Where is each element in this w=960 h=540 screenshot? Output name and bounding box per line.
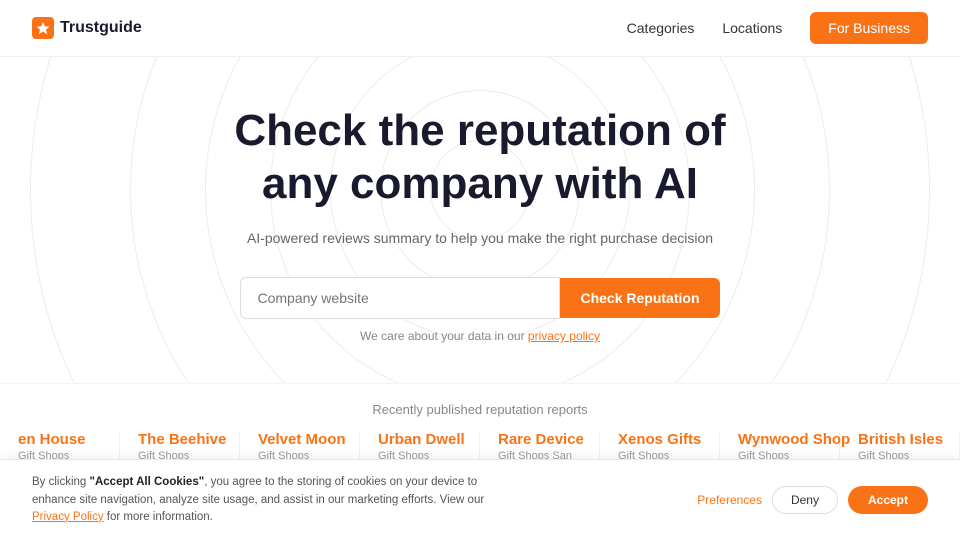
nav-locations[interactable]: Locations — [722, 20, 782, 36]
report-name: British Isles — [858, 431, 941, 448]
logo-text: Trustguide — [60, 19, 142, 37]
cookie-actions: Preferences Deny Accept — [697, 486, 928, 514]
privacy-policy-link[interactable]: privacy policy — [528, 329, 600, 343]
report-name: Urban Dwell — [378, 431, 461, 448]
nav: Categories Locations For Business — [627, 12, 928, 44]
report-name: Wynwood Shop — [738, 431, 821, 448]
report-name: Xenos Gifts — [618, 431, 701, 448]
hero-section: Check the reputation of any company with… — [0, 57, 960, 383]
header: Trustguide Categories Locations For Busi… — [0, 0, 960, 57]
search-row: Check Reputation — [20, 277, 940, 319]
report-name: Rare Device — [498, 431, 581, 448]
privacy-policy-link-cookie[interactable]: Privacy Policy — [32, 511, 104, 523]
report-name: en House — [18, 431, 101, 448]
report-name: Velvet Moon — [258, 431, 341, 448]
report-name: The Beehive — [138, 431, 221, 448]
logo[interactable]: Trustguide — [32, 17, 142, 39]
privacy-note: We care about your data in our privacy p… — [20, 329, 940, 343]
cookie-text: By clicking "Accept All Cookies", you ag… — [32, 474, 512, 526]
hero-title: Check the reputation of any company with… — [20, 105, 940, 211]
logo-icon — [32, 17, 54, 39]
recent-title: Recently published reputation reports — [0, 402, 960, 417]
search-input[interactable] — [240, 277, 560, 319]
for-business-button[interactable]: For Business — [810, 12, 928, 44]
hero-content: Check the reputation of any company with… — [20, 105, 940, 343]
cookie-accept-button[interactable]: Accept — [848, 486, 928, 514]
hero-subtitle: AI-powered reviews summary to help you m… — [20, 227, 940, 249]
nav-categories[interactable]: Categories — [627, 20, 695, 36]
cookie-preferences-link[interactable]: Preferences — [697, 493, 762, 507]
check-reputation-button[interactable]: Check Reputation — [560, 278, 719, 318]
cookie-deny-button[interactable]: Deny — [772, 486, 838, 514]
cookie-banner: By clicking "Accept All Cookies", you ag… — [0, 459, 960, 540]
